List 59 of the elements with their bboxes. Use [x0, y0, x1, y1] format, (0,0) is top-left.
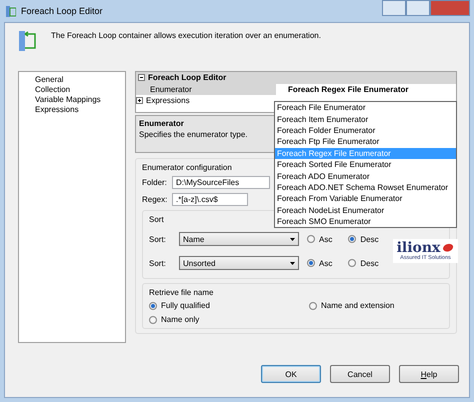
dropdown-option[interactable]: Foreach Item Enumerator — [275, 113, 456, 125]
field-label: Regex: — [142, 195, 168, 204]
group-title: Retrieve file name — [149, 288, 214, 297]
maximize-button[interactable] — [406, 0, 430, 16]
loop-container-icon — [19, 31, 37, 51]
radio-label: Name only — [161, 315, 200, 324]
radio-button[interactable] — [149, 302, 157, 310]
sort-dropdown[interactable]: Name — [179, 232, 299, 246]
dialog-button[interactable]: OK — [261, 365, 321, 383]
app-icon — [6, 6, 16, 16]
group-title: Sort — [149, 215, 164, 224]
expand-icon[interactable] — [136, 97, 143, 104]
dropdown-option[interactable]: Foreach Sorted File Enumerator — [275, 158, 456, 170]
radio-label: Desc — [360, 234, 379, 244]
radio-label: Asc — [319, 258, 332, 268]
minimize-button[interactable] — [382, 0, 406, 16]
caret-icon — [290, 262, 295, 264]
dialog-button[interactable]: Help — [399, 365, 459, 383]
folder-field[interactable]: D:\MySourceFiles — [172, 176, 270, 189]
dropdown-option[interactable]: Foreach Ftp File Enumerator — [275, 136, 456, 148]
description-text: Specifies the enumerator type. — [139, 130, 248, 139]
category-label: Foreach Loop Editor — [148, 73, 226, 82]
field-label: Sort: — [149, 234, 167, 244]
dropdown-option[interactable]: Foreach SMO Enumerator — [275, 216, 456, 228]
logo-name: ilionx — [396, 241, 440, 255]
property-name: Expressions — [146, 96, 190, 106]
sort-dropdown[interactable]: Unsorted — [179, 256, 299, 270]
radio-button[interactable] — [348, 259, 356, 267]
dialog-button[interactable]: Cancel — [330, 365, 390, 383]
radio-label: Desc — [360, 258, 379, 268]
radio-button[interactable] — [307, 259, 315, 267]
radio-button[interactable] — [149, 316, 157, 324]
caret-icon — [290, 238, 295, 240]
radio-button[interactable] — [309, 302, 317, 310]
sidebar-item[interactable]: Variable Mappings — [35, 95, 125, 104]
group-title: Enumerator configuration — [142, 163, 232, 172]
sidebar-item[interactable]: Expressions — [35, 105, 125, 114]
property-name: Enumerator — [150, 84, 192, 94]
radio-label: Asc — [319, 234, 332, 244]
dropdown-option[interactable]: Foreach NodeList Enumerator — [275, 204, 456, 216]
regex-field[interactable]: .*[a-z]\.csv$ — [172, 193, 248, 206]
dropdown-option[interactable]: Foreach File Enumerator — [275, 102, 456, 114]
description-title: Enumerator — [139, 119, 184, 128]
field-label: Sort: — [149, 258, 167, 268]
radio-button[interactable] — [307, 235, 315, 243]
field-label: Folder: — [142, 178, 168, 187]
window-title: Foreach Loop Editor — [21, 6, 103, 16]
dropdown-option[interactable]: Foreach From Variable Enumerator — [275, 193, 456, 205]
sidebar-item[interactable]: General — [35, 75, 125, 84]
dropdown-option[interactable]: Foreach ADO.NET Schema Rowset Enumerator — [275, 182, 456, 194]
collapse-icon[interactable] — [138, 74, 145, 82]
sidebar-item[interactable]: Collection — [35, 85, 125, 94]
logo-icon — [442, 243, 454, 253]
radio-button[interactable] — [348, 235, 356, 243]
radio-label: Fully qualified — [161, 301, 210, 310]
header-description: The Foreach Loop container allows execution iteration over an enumeration. — [51, 31, 321, 40]
dropdown-option[interactable]: Foreach ADO Enumerator — [275, 170, 456, 182]
dropdown-option[interactable]: Foreach Folder Enumerator — [275, 124, 456, 136]
radio-label: Name and extension — [321, 301, 394, 310]
